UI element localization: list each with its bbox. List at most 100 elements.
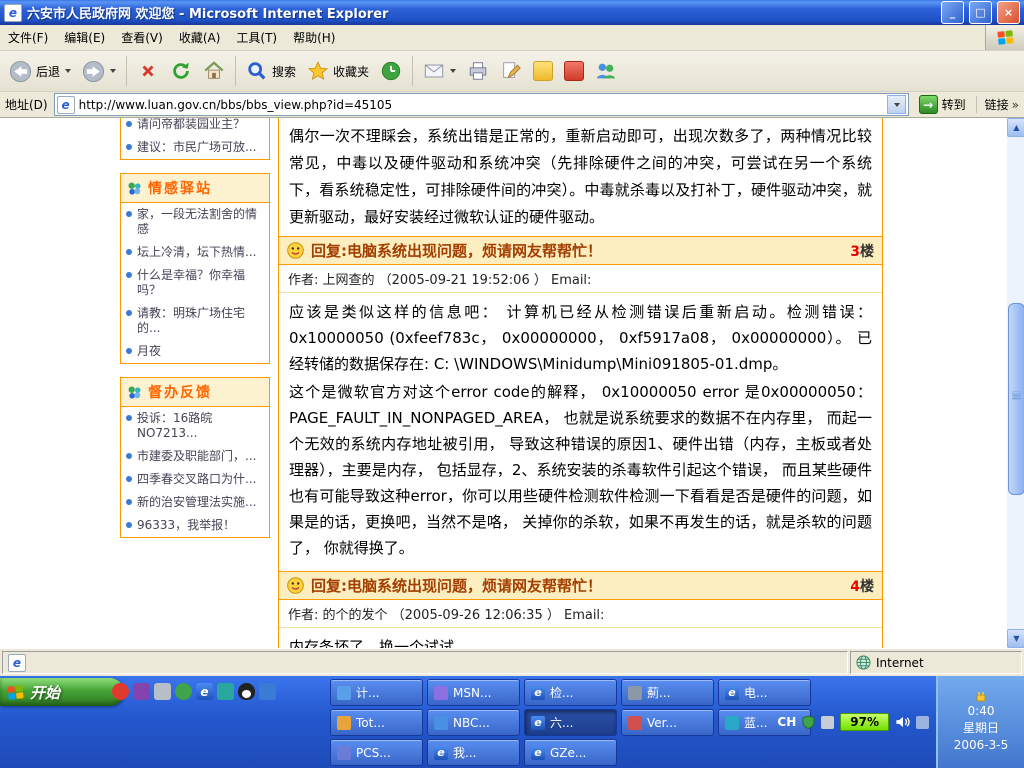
window-icon — [434, 716, 448, 730]
address-input[interactable]: http://www.luan.gov.cn/bbs/bbs_view.php?… — [54, 93, 909, 116]
menu-help[interactable]: 帮助(H) — [285, 25, 343, 50]
quicklaunch-app-icon-8[interactable] — [259, 683, 276, 700]
ie-icon — [725, 686, 739, 700]
sidebar-link-label[interactable]: 坛上冷清，坛下热情... — [137, 245, 256, 260]
taskbar-button-label: 电... — [744, 684, 767, 701]
sidebar-link-label[interactable]: 投诉：16路皖NO7213... — [137, 411, 264, 441]
sidebar-link-label[interactable]: 家，一段无法割舍的情感 — [137, 207, 264, 237]
sidebar-link[interactable]: 新的治安管理法实施... — [121, 491, 269, 514]
minimize-button[interactable]: _ — [941, 1, 964, 24]
sidebar-link-label[interactable]: 建议：市民广场可放... — [137, 140, 256, 155]
taskbar-window-button[interactable]: MSN... — [427, 679, 520, 706]
refresh-button[interactable] — [165, 57, 197, 85]
start-label: 开始 — [30, 682, 60, 703]
tray-app-icon[interactable] — [821, 716, 834, 729]
menu-edit[interactable]: 编辑(E) — [56, 25, 113, 50]
taskbar-window-button[interactable]: Ver... — [621, 709, 714, 736]
menu-tools[interactable]: 工具(T) — [228, 25, 285, 50]
sidebar-link[interactable]: 请教：明珠广场住宅的... — [121, 302, 269, 340]
tray-app-icon[interactable] — [916, 716, 929, 729]
sidebar-link[interactable]: 坛上冷清，坛下热情... — [121, 241, 269, 264]
back-button[interactable]: 后退 — [4, 57, 76, 86]
volume-icon[interactable] — [895, 715, 910, 729]
search-button[interactable]: 搜索 — [241, 57, 301, 85]
history-button[interactable] — [375, 57, 407, 85]
clock-panel[interactable]: 0:40 星期日 2006-3-5 — [936, 676, 1024, 768]
bullet-icon — [126, 310, 132, 316]
forward-dropdown-icon[interactable] — [110, 69, 116, 73]
bullet-icon — [126, 211, 132, 217]
quicklaunch-app-icon-3[interactable] — [154, 683, 171, 700]
sidebar-link[interactable]: 家，一段无法割舍的情感 — [121, 203, 269, 241]
sidebar-link-label[interactable]: 月夜 — [137, 344, 161, 359]
back-dropdown-icon[interactable] — [65, 69, 71, 73]
stop-button[interactable] — [132, 57, 164, 85]
discuss-button[interactable] — [528, 58, 558, 84]
print-button[interactable] — [462, 57, 494, 85]
shield-icon[interactable] — [802, 715, 815, 729]
sidebar-link-label[interactable]: 请教：明珠广场住宅的... — [137, 306, 264, 336]
taskbar-window-button[interactable]: PCS... — [330, 739, 423, 766]
sidebar-link-label[interactable]: 市建委及职能部门，... — [137, 449, 256, 464]
quicklaunch-app-icon-4[interactable] — [175, 683, 192, 700]
close-button[interactable]: × — [997, 1, 1020, 24]
scroll-down-button[interactable]: ▼ — [1007, 629, 1024, 648]
sidebar-link[interactable]: 市建委及职能部门，... — [121, 445, 269, 468]
quicklaunch-app-icon-1[interactable] — [112, 683, 129, 700]
window-icon — [337, 716, 351, 730]
address-dropdown-button[interactable] — [887, 95, 906, 114]
sidebar-link[interactable]: 什么是幸福？你幸福吗？ — [121, 264, 269, 302]
sidebar-link[interactable]: 建议：市民广场可放... — [121, 136, 269, 159]
taskbar-window-button[interactable]: 我... — [427, 739, 520, 766]
taskbar-button-label: 六... — [550, 714, 573, 731]
floor-badge: 3楼 — [850, 241, 874, 261]
go-arrow-icon — [919, 95, 938, 114]
taskbar-window-button[interactable]: Tot... — [330, 709, 423, 736]
taskbar-window-button-active[interactable]: 六... — [524, 709, 617, 736]
mail-dropdown-icon[interactable] — [450, 69, 456, 73]
sidebar-link[interactable]: 投诉：16路皖NO7213... — [121, 407, 269, 445]
sidebar-link[interactable]: 月夜 — [121, 340, 269, 363]
taskbar-window-button[interactable]: 计... — [330, 679, 423, 706]
sidebar-top-box: 请问帝都装园业主？ 建议：市民广场可放... — [120, 118, 270, 160]
back-icon — [9, 60, 32, 83]
sidebar-link-label[interactable]: 96333，我举报！ — [137, 518, 235, 533]
go-button[interactable]: 转到 — [915, 94, 970, 115]
home-button[interactable] — [198, 57, 230, 85]
favorites-button[interactable]: 收藏夹 — [302, 57, 374, 85]
taskbar-window-button[interactable]: NBC... — [427, 709, 520, 736]
maximize-button[interactable]: □ — [969, 1, 992, 24]
taskbar-window-button[interactable]: GZe... — [524, 739, 617, 766]
messenger-button[interactable] — [590, 57, 622, 85]
menu-view[interactable]: 查看(V) — [113, 25, 171, 50]
start-button[interactable]: 开始 — [0, 678, 124, 706]
url-text[interactable]: http://www.luan.gov.cn/bbs/bbs_view.php?… — [79, 98, 393, 112]
media-app-button[interactable] — [559, 58, 589, 84]
taskbar-window-button[interactable]: 薊... — [621, 679, 714, 706]
scroll-up-button[interactable]: ▲ — [1007, 118, 1024, 137]
quicklaunch-app-icon-6[interactable] — [217, 683, 234, 700]
edit-icon — [500, 60, 522, 82]
sidebar-link-label[interactable]: 新的治安管理法实施... — [137, 495, 256, 510]
mail-button[interactable] — [418, 57, 461, 85]
quicklaunch-qq-icon[interactable] — [238, 683, 255, 700]
language-indicator[interactable]: CH — [777, 715, 796, 729]
quicklaunch-ie-icon[interactable] — [196, 683, 213, 700]
reply-header: 回复:电脑系统出现问题，烦请网友帮帮忙！ 4楼 — [279, 571, 882, 600]
sidebar-link[interactable]: 四季春交叉路口为什... — [121, 468, 269, 491]
smiley-icon — [287, 577, 304, 594]
scrollbar-thumb[interactable] — [1008, 303, 1024, 495]
sidebar-link[interactable]: 请问帝都装园业主？ — [121, 118, 269, 136]
links-button[interactable]: 链接 — [976, 96, 1019, 113]
sidebar-link[interactable]: 96333，我举报！ — [121, 514, 269, 537]
sidebar-link-label[interactable]: 什么是幸福？你幸福吗？ — [137, 268, 264, 298]
menu-favorites[interactable]: 收藏(A) — [171, 25, 229, 50]
quicklaunch-app-icon-2[interactable] — [133, 683, 150, 700]
menu-file[interactable]: 文件(F) — [0, 25, 56, 50]
back-label: 后退 — [36, 63, 60, 80]
forward-button[interactable] — [77, 57, 121, 86]
edit-button[interactable] — [495, 57, 527, 85]
taskbar-window-button[interactable]: 检... — [524, 679, 617, 706]
sidebar-link-label[interactable]: 请问帝都装园业主？ — [137, 118, 245, 132]
sidebar-link-label[interactable]: 四季春交叉路口为什... — [137, 472, 256, 487]
